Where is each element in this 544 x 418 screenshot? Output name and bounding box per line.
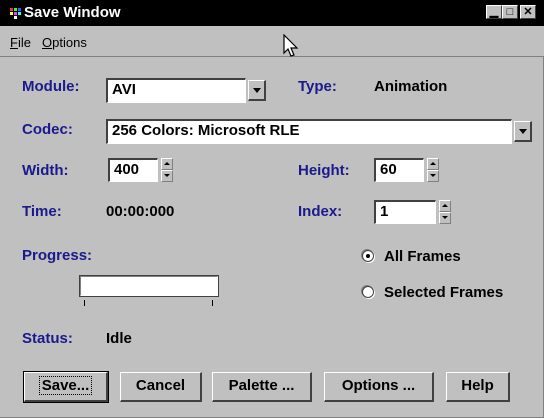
palette-button[interactable]: Palette ... <box>212 372 312 402</box>
time-value: 00:00:000 <box>106 203 175 220</box>
width-down-arrow-icon[interactable] <box>161 170 173 182</box>
codec-label: Codec: <box>22 121 73 138</box>
status-value: Idle <box>106 330 132 347</box>
maximize-button[interactable]: □ <box>502 5 518 19</box>
module-select[interactable]: AVI <box>106 78 246 103</box>
index-spinner[interactable] <box>439 200 451 224</box>
all-frames-radio[interactable] <box>362 250 374 262</box>
index-up-arrow-icon[interactable] <box>439 200 451 212</box>
height-label: Height: <box>298 162 350 179</box>
close-icon: ✕ <box>523 6 533 18</box>
progress-label: Progress: <box>22 247 93 264</box>
save-button[interactable]: Save... <box>23 371 109 403</box>
progress-bar <box>79 275 219 297</box>
all-frames-label: All Frames <box>384 248 461 265</box>
index-value: 1 <box>380 203 389 220</box>
module-value: AVI <box>112 81 136 98</box>
height-value: 60 <box>380 161 397 178</box>
app-icon <box>10 8 21 19</box>
save-window: Save Window ▁ □ ✕ File Options Module: A… <box>0 0 544 418</box>
module-dropdown-button[interactable] <box>248 80 266 101</box>
index-down-arrow-icon[interactable] <box>439 212 451 224</box>
codec-dropdown-button[interactable] <box>514 121 532 142</box>
maximize-icon: □ <box>506 6 514 18</box>
codec-select[interactable]: 256 Colors: Microsoft RLE <box>106 119 512 144</box>
status-label: Status: <box>22 330 73 347</box>
width-value: 400 <box>114 161 140 178</box>
help-button[interactable]: Help <box>446 372 510 402</box>
index-label: Index: <box>298 203 343 220</box>
window-title: Save Window <box>24 4 121 21</box>
index-field[interactable]: 1 <box>374 200 436 224</box>
menu-options[interactable]: Options <box>42 35 87 50</box>
height-up-arrow-icon[interactable] <box>427 158 439 170</box>
codec-value: 256 Colors: Microsoft RLE <box>112 122 300 139</box>
minimize-button[interactable]: ▁ <box>486 5 502 19</box>
selected-frames-radio[interactable] <box>362 286 374 298</box>
width-spinner[interactable] <box>161 158 173 182</box>
selected-frames-label: Selected Frames <box>384 284 504 301</box>
menu-bar: File Options <box>0 26 544 57</box>
width-field[interactable]: 400 <box>108 158 158 182</box>
type-value: Animation <box>374 78 448 95</box>
cancel-button[interactable]: Cancel <box>120 372 202 402</box>
minimize-icon: ▁ <box>489 6 499 18</box>
module-label: Module: <box>22 78 80 95</box>
height-down-arrow-icon[interactable] <box>427 170 439 182</box>
type-label: Type: <box>298 78 337 95</box>
mouse-pointer-icon <box>283 34 299 57</box>
height-spinner[interactable] <box>427 158 439 182</box>
options-button[interactable]: Options ... <box>324 372 434 402</box>
close-button[interactable]: ✕ <box>520 5 536 19</box>
menu-file[interactable]: File <box>10 35 31 50</box>
height-field[interactable]: 60 <box>374 158 424 182</box>
width-label: Width: <box>22 162 69 179</box>
title-bar[interactable]: Save Window ▁ □ ✕ <box>0 0 544 26</box>
progress-tick-right <box>212 300 213 306</box>
time-label: Time: <box>22 203 62 220</box>
width-up-arrow-icon[interactable] <box>161 158 173 170</box>
progress-tick-left <box>84 300 85 306</box>
